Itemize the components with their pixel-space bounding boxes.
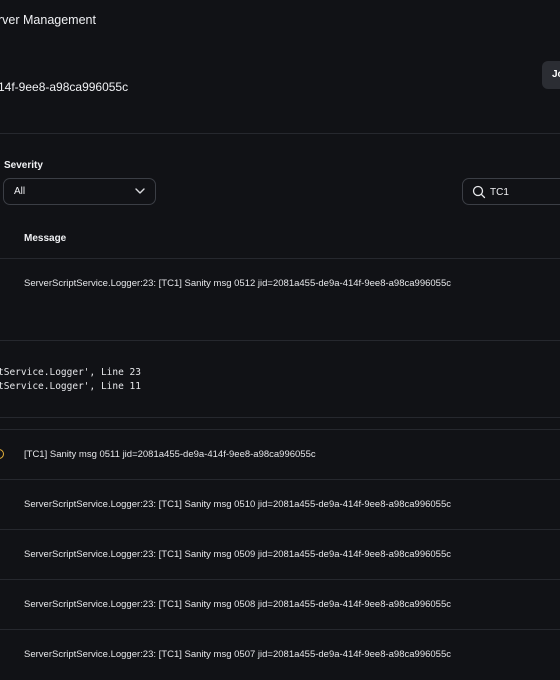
divider bbox=[0, 340, 560, 341]
search-icon bbox=[472, 185, 486, 199]
stack-trace-line: tService.Logger', Line 23 bbox=[0, 367, 141, 378]
search-input[interactable] bbox=[490, 184, 560, 200]
table-row-message[interactable]: ServerScriptService.Logger:23: [TC1] San… bbox=[24, 649, 451, 660]
column-header-message: Message bbox=[24, 233, 67, 244]
severity-label: Severity bbox=[4, 160, 43, 171]
join-button[interactable]: Jo bbox=[542, 61, 560, 89]
divider bbox=[0, 417, 560, 418]
divider bbox=[0, 479, 560, 480]
divider bbox=[0, 579, 560, 580]
table-row-message[interactable]: ServerScriptService.Logger:23: [TC1] San… bbox=[24, 549, 451, 560]
stack-trace-line: tService.Logger', Line 11 bbox=[0, 381, 141, 392]
divider bbox=[0, 258, 560, 259]
chevron-down-icon bbox=[135, 188, 145, 194]
table-row-message[interactable]: ServerScriptService.Logger:23: [TC1] San… bbox=[24, 499, 451, 510]
table-row-message[interactable]: ServerScriptService.Logger:23: [TC1] San… bbox=[24, 278, 451, 289]
divider bbox=[0, 629, 560, 630]
warning-icon bbox=[0, 449, 4, 459]
table-row-message[interactable]: [TC1] Sanity msg 0511 jid=2081a455-de9a-… bbox=[24, 449, 316, 460]
page-title: rver Management bbox=[0, 13, 96, 27]
table-row-message[interactable]: ServerScriptService.Logger:23: [TC1] San… bbox=[24, 599, 451, 610]
severity-select[interactable]: All bbox=[3, 178, 156, 205]
search-field[interactable] bbox=[462, 178, 560, 205]
divider bbox=[0, 133, 560, 134]
divider bbox=[0, 429, 560, 430]
divider bbox=[0, 529, 560, 530]
severity-selected-value: All bbox=[14, 186, 26, 197]
job-id: 14f-9ee8-a98ca996055c bbox=[0, 80, 129, 94]
